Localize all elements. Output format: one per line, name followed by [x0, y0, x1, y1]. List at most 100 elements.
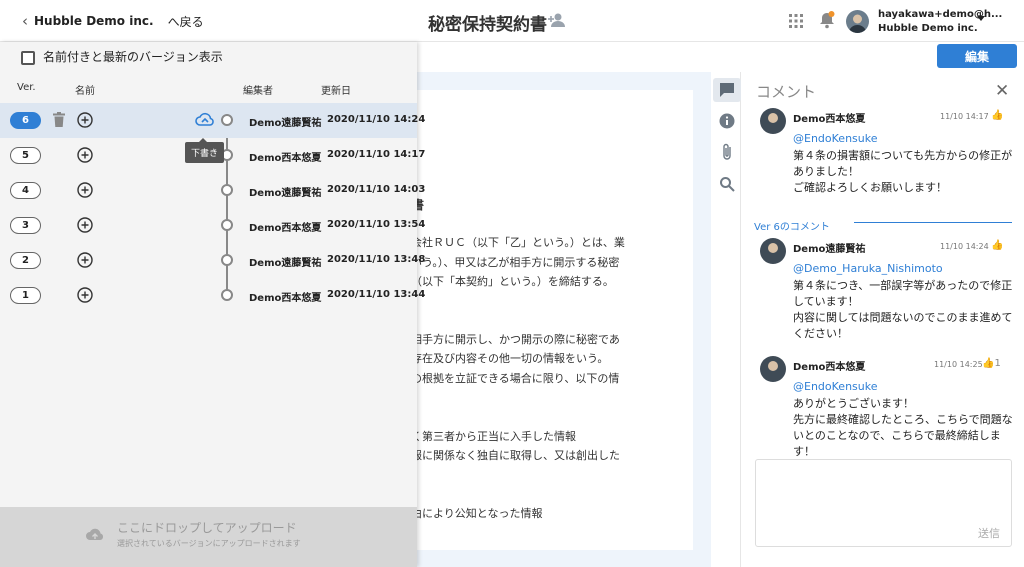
version-divider-label: Ver 6のコメント: [754, 222, 840, 233]
add-circle-icon[interactable]: [77, 287, 93, 307]
version-editor: Demo西本悠夏: [249, 223, 322, 234]
back-label: へ戻る: [167, 14, 204, 29]
thumbs-up-icon[interactable]: 👍1: [982, 358, 1001, 369]
add-person-icon[interactable]: [547, 12, 567, 31]
doc-line: 情報に関係なく独自に取得し、又は創出した: [400, 449, 620, 462]
avatar: [760, 108, 786, 134]
version-badge: 5: [10, 147, 41, 164]
info-icon[interactable]: [713, 109, 741, 133]
user-company: Hubble Demo inc.: [878, 23, 978, 34]
trash-icon[interactable]: [53, 112, 65, 131]
avatar: [760, 356, 786, 382]
version-editor: Demo遠藤賢祐: [249, 258, 322, 269]
comment-author: Demo西本悠夏: [793, 114, 866, 125]
version-row[interactable]: 3 Demo西本悠夏 2020/11/10 13:54: [0, 208, 425, 243]
doc-line: 式会社ＲＵＣ（以下「乙」という。）とは、業: [400, 236, 625, 249]
close-icon[interactable]: ✕: [995, 81, 1009, 101]
document-page: [417, 90, 693, 550]
thumbs-up-icon[interactable]: 👍: [991, 110, 1003, 121]
apps-grid-icon[interactable]: [789, 13, 803, 32]
bell-icon[interactable]: [819, 11, 835, 33]
cloud-upload-icon: [85, 527, 105, 546]
dropzone-label: ここにドロップしてアップロード: [117, 521, 297, 535]
version-row[interactable]: 4 Demo遠藤賢祐 2020/11/10 14:03: [0, 173, 425, 208]
version-badge: 1: [10, 287, 41, 304]
caret-down-icon[interactable]: [977, 16, 985, 21]
doc-line: という。）、甲又は乙が相手方に開示する秘密: [400, 256, 620, 269]
user-menu[interactable]: hayakawa+demo@h... Hubble Demo inc.: [878, 8, 1002, 36]
doc-line: なく第三者から正当に入手した情報: [400, 430, 576, 443]
comment-mention[interactable]: @Demo_Haruka_Nishimoto: [793, 262, 943, 275]
version-row[interactable]: 2 Demo遠藤賢祐 2020/11/10 13:48: [0, 243, 425, 278]
comment-time: 11/10 14:17: [940, 112, 989, 121]
version-row[interactable]: 1 Demo西本悠夏 2020/11/10 13:44: [0, 278, 425, 313]
timeline-node: [221, 289, 233, 301]
version-badge: 2: [10, 252, 41, 269]
version-date: 2020/11/10 14:24: [327, 114, 426, 125]
thumbs-up-icon[interactable]: 👍: [991, 240, 1003, 251]
named-versions-label[interactable]: 名前付きと最新のバージョン表示: [43, 48, 223, 65]
col-header-ver: Ver.: [17, 82, 36, 93]
comment-mention[interactable]: @EndoKensuke: [793, 132, 878, 145]
version-date: 2020/11/10 14:17: [327, 149, 426, 160]
timeline-node: [221, 254, 233, 266]
version-date: 2020/11/10 14:03: [327, 184, 426, 195]
timeline-node: [221, 184, 233, 196]
comment-body: ありがとうございます！ 先方に最終確認したところ、こちらで問題ないとのことなので…: [793, 397, 1013, 458]
col-header-editor: 編集者: [243, 86, 273, 97]
add-circle-icon[interactable]: [77, 217, 93, 237]
doc-line: その根拠を立証できる場合に限り、以下の情: [400, 372, 620, 385]
comment-author: Demo西本悠夏: [793, 362, 866, 373]
add-circle-icon[interactable]: [77, 112, 93, 132]
comment-body: 第４条の損害額についても先方からの修正がありました！ ご確認よろしくお願いします…: [793, 149, 1013, 194]
version-editor: Demo遠藤賢祐: [249, 188, 322, 199]
version-editor: Demo西本悠夏: [249, 153, 322, 164]
version-panel: 名前付きと最新のバージョン表示 Ver. 名前 編集者 更新日 6 Demo遠藤…: [0, 42, 425, 567]
doc-line: が相手方に開示し、かつ開示の際に秘密であ: [400, 333, 620, 346]
search-icon[interactable]: [713, 172, 741, 196]
comment-time: 11/10 14:24: [940, 242, 989, 251]
back-link[interactable]: ‹ Hubble Demo inc. へ戻る: [22, 12, 204, 30]
attachment-icon[interactable]: [713, 140, 741, 164]
version-divider: Ver 6のコメント: [754, 215, 1012, 234]
user-avatar[interactable]: [846, 10, 869, 33]
send-button[interactable]: 送信: [978, 525, 1000, 541]
timeline-node: [221, 219, 233, 231]
avatar: [760, 238, 786, 264]
doc-line: 約（以下「本契約」という。）を締結する。: [400, 275, 614, 288]
version-badge: 6: [10, 112, 41, 129]
version-editor: Demo遠藤賢祐: [249, 118, 322, 129]
draft-tooltip: 下書き: [185, 138, 225, 163]
doc-line: の存在及び内容その他一切の情報をいう。: [400, 352, 609, 365]
comment-input[interactable]: 送信: [755, 459, 1012, 547]
col-header-name: 名前: [75, 86, 95, 97]
version-date: 2020/11/10 13:48: [327, 254, 426, 265]
version-date: 2020/11/10 13:54: [327, 219, 426, 230]
version-row[interactable]: 6 Demo遠藤賢祐 2020/11/10 14:24: [0, 103, 425, 138]
top-bar: ‹ Hubble Demo inc. へ戻る 秘密保持契約書 hayakawa+…: [0, 0, 1024, 42]
comment-author: Demo遠藤賢祐: [793, 244, 866, 255]
comments-panel: コメント ✕ Demo西本悠夏 11/10 14:17 👍 @EndoKensu…: [742, 72, 1024, 567]
add-circle-icon[interactable]: [77, 252, 93, 272]
version-date: 2020/11/10 13:44: [327, 289, 426, 300]
chevron-left-icon: ‹: [22, 12, 28, 30]
timeline-node: [221, 114, 233, 126]
add-circle-icon[interactable]: [77, 147, 93, 167]
version-editor: Demo西本悠夏: [249, 293, 322, 304]
version-badge: 3: [10, 217, 41, 234]
col-header-updated: 更新日: [321, 86, 351, 97]
named-versions-checkbox[interactable]: [21, 51, 35, 65]
edit-button[interactable]: 編集: [937, 44, 1017, 68]
back-company: Hubble Demo inc.: [34, 14, 154, 28]
dropzone-hint: 選択されているバージョンにアップロードされます: [117, 539, 301, 548]
page-title: 秘密保持契約書: [428, 15, 547, 35]
side-toolbar: [713, 72, 741, 567]
comments-title: コメント: [756, 83, 817, 101]
doc-line: 事由により公知となった情報: [400, 507, 543, 520]
comment-time: 11/10 14:25: [934, 360, 983, 369]
comment-tool-icon[interactable]: [713, 78, 741, 102]
comment-mention[interactable]: @EndoKensuke: [793, 380, 878, 393]
cloud-sync-icon[interactable]: [195, 112, 215, 131]
add-circle-icon[interactable]: [77, 182, 93, 202]
upload-dropzone[interactable]: ここにドロップしてアップロード 選択されているバージョンにアップロードされます: [0, 507, 417, 567]
